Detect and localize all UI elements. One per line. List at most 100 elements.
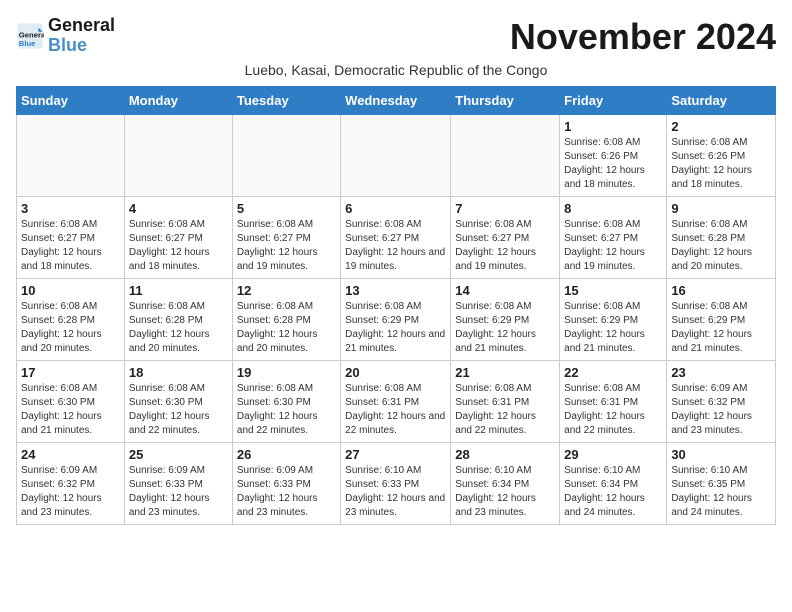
calendar-header-wednesday: Wednesday	[341, 87, 451, 115]
day-info: Sunrise: 6:08 AM Sunset: 6:29 PM Dayligh…	[671, 300, 771, 356]
day-number: 11	[129, 283, 228, 298]
day-info: Sunrise: 6:10 AM Sunset: 6:35 PM Dayligh…	[671, 464, 771, 520]
calendar-cell: 3 Sunrise: 6:08 AM Sunset: 6:27 PM Daylig…	[17, 197, 125, 279]
day-number: 25	[129, 447, 228, 462]
calendar-week-1: 1 Sunrise: 6:08 AM Sunset: 6:26 PM Daylig…	[17, 115, 776, 197]
day-number: 29	[564, 447, 662, 462]
day-number: 19	[237, 365, 336, 380]
day-info: Sunrise: 6:08 AM Sunset: 6:27 PM Dayligh…	[455, 218, 555, 274]
day-info: Sunrise: 6:08 AM Sunset: 6:27 PM Dayligh…	[21, 218, 120, 274]
day-number: 4	[129, 201, 228, 216]
day-info: Sunrise: 6:08 AM Sunset: 6:26 PM Dayligh…	[671, 136, 771, 192]
svg-text:Blue: Blue	[19, 39, 36, 48]
day-number: 14	[455, 283, 555, 298]
calendar-cell: 20 Sunrise: 6:08 AM Sunset: 6:31 PM Dayli…	[341, 361, 451, 443]
calendar-cell: 25 Sunrise: 6:09 AM Sunset: 6:33 PM Dayli…	[124, 443, 232, 525]
day-number: 5	[237, 201, 336, 216]
calendar-cell: 5 Sunrise: 6:08 AM Sunset: 6:27 PM Daylig…	[232, 197, 340, 279]
calendar-cell	[17, 115, 125, 197]
calendar-cell	[124, 115, 232, 197]
calendar-header-row: SundayMondayTuesdayWednesdayThursdayFrid…	[17, 87, 776, 115]
logo: General Blue GeneralBlue	[16, 16, 115, 56]
day-number: 22	[564, 365, 662, 380]
day-number: 24	[21, 447, 120, 462]
day-info: Sunrise: 6:08 AM Sunset: 6:31 PM Dayligh…	[564, 382, 662, 438]
calendar-week-2: 3 Sunrise: 6:08 AM Sunset: 6:27 PM Daylig…	[17, 197, 776, 279]
day-number: 21	[455, 365, 555, 380]
calendar-header-monday: Monday	[124, 87, 232, 115]
calendar-cell: 17 Sunrise: 6:08 AM Sunset: 6:30 PM Dayli…	[17, 361, 125, 443]
logo-text: GeneralBlue	[48, 16, 115, 56]
location-subtitle: Luebo, Kasai, Democratic Republic of the…	[16, 62, 776, 78]
day-info: Sunrise: 6:09 AM Sunset: 6:33 PM Dayligh…	[129, 464, 228, 520]
calendar-cell: 28Sunrise: 6:10 AM Sunset: 6:34 PM Dayli…	[451, 443, 560, 525]
day-info: Sunrise: 6:08 AM Sunset: 6:30 PM Dayligh…	[129, 382, 228, 438]
calendar-cell: 30Sunrise: 6:10 AM Sunset: 6:35 PM Dayli…	[667, 443, 776, 525]
day-info: Sunrise: 6:09 AM Sunset: 6:32 PM Dayligh…	[21, 464, 120, 520]
calendar-cell	[232, 115, 340, 197]
calendar-cell: 9 Sunrise: 6:08 AM Sunset: 6:28 PM Daylig…	[667, 197, 776, 279]
day-info: Sunrise: 6:08 AM Sunset: 6:28 PM Dayligh…	[671, 218, 771, 274]
day-info: Sunrise: 6:08 AM Sunset: 6:28 PM Dayligh…	[21, 300, 120, 356]
day-info: Sunrise: 6:08 AM Sunset: 6:31 PM Dayligh…	[345, 382, 446, 438]
calendar-cell: 22 Sunrise: 6:08 AM Sunset: 6:31 PM Dayli…	[560, 361, 667, 443]
day-number: 13	[345, 283, 446, 298]
calendar-cell: 12 Sunrise: 6:08 AM Sunset: 6:28 PM Dayli…	[232, 279, 340, 361]
day-number: 23	[671, 365, 771, 380]
day-number: 17	[21, 365, 120, 380]
calendar-cell: 6 Sunrise: 6:08 AM Sunset: 6:27 PM Daylig…	[341, 197, 451, 279]
day-number: 3	[21, 201, 120, 216]
month-year-title: November 2024	[510, 16, 776, 58]
day-info: Sunrise: 6:08 AM Sunset: 6:27 PM Dayligh…	[129, 218, 228, 274]
day-info: Sunrise: 6:08 AM Sunset: 6:27 PM Dayligh…	[345, 218, 446, 274]
day-info: Sunrise: 6:08 AM Sunset: 6:26 PM Dayligh…	[564, 136, 662, 192]
calendar-cell: 8 Sunrise: 6:08 AM Sunset: 6:27 PM Daylig…	[560, 197, 667, 279]
day-number: 12	[237, 283, 336, 298]
day-number: 2	[671, 119, 771, 134]
day-info: Sunrise: 6:08 AM Sunset: 6:29 PM Dayligh…	[564, 300, 662, 356]
day-info: Sunrise: 6:08 AM Sunset: 6:28 PM Dayligh…	[237, 300, 336, 356]
day-number: 27	[345, 447, 446, 462]
day-number: 15	[564, 283, 662, 298]
day-number: 1	[564, 119, 662, 134]
day-number: 8	[564, 201, 662, 216]
calendar-week-3: 10 Sunrise: 6:08 AM Sunset: 6:28 PM Dayli…	[17, 279, 776, 361]
calendar-cell: 15 Sunrise: 6:08 AM Sunset: 6:29 PM Dayli…	[560, 279, 667, 361]
calendar-cell: 23 Sunrise: 6:09 AM Sunset: 6:32 PM Dayli…	[667, 361, 776, 443]
day-info: Sunrise: 6:10 AM Sunset: 6:34 PM Dayligh…	[564, 464, 662, 520]
day-number: 6	[345, 201, 446, 216]
calendar-cell: 27 Sunrise: 6:10 AM Sunset: 6:33 PM Dayli…	[341, 443, 451, 525]
calendar-header-friday: Friday	[560, 87, 667, 115]
calendar-header-sunday: Sunday	[17, 87, 125, 115]
day-info: Sunrise: 6:10 AM Sunset: 6:33 PM Dayligh…	[345, 464, 446, 520]
day-info: Sunrise: 6:09 AM Sunset: 6:33 PM Dayligh…	[237, 464, 336, 520]
day-number: 9	[671, 201, 771, 216]
calendar-cell: 4 Sunrise: 6:08 AM Sunset: 6:27 PM Daylig…	[124, 197, 232, 279]
day-info: Sunrise: 6:08 AM Sunset: 6:30 PM Dayligh…	[21, 382, 120, 438]
calendar-cell: 29 Sunrise: 6:10 AM Sunset: 6:34 PM Dayli…	[560, 443, 667, 525]
calendar-cell: 26Sunrise: 6:09 AM Sunset: 6:33 PM Dayli…	[232, 443, 340, 525]
day-info: Sunrise: 6:08 AM Sunset: 6:30 PM Dayligh…	[237, 382, 336, 438]
day-info: Sunrise: 6:08 AM Sunset: 6:28 PM Dayligh…	[129, 300, 228, 356]
day-number: 28	[455, 447, 555, 462]
calendar-header-saturday: Saturday	[667, 87, 776, 115]
calendar-cell: 2 Sunrise: 6:08 AM Sunset: 6:26 PM Daylig…	[667, 115, 776, 197]
calendar-cell: 18Sunrise: 6:08 AM Sunset: 6:30 PM Dayli…	[124, 361, 232, 443]
calendar-cell: 13 Sunrise: 6:08 AM Sunset: 6:29 PM Dayli…	[341, 279, 451, 361]
calendar-cell: 24 Sunrise: 6:09 AM Sunset: 6:32 PM Dayli…	[17, 443, 125, 525]
day-number: 20	[345, 365, 446, 380]
day-number: 16	[671, 283, 771, 298]
calendar-cell: 16 Sunrise: 6:08 AM Sunset: 6:29 PM Dayli…	[667, 279, 776, 361]
day-info: Sunrise: 6:08 AM Sunset: 6:27 PM Dayligh…	[564, 218, 662, 274]
calendar-week-5: 24 Sunrise: 6:09 AM Sunset: 6:32 PM Dayli…	[17, 443, 776, 525]
day-info: Sunrise: 6:08 AM Sunset: 6:29 PM Dayligh…	[455, 300, 555, 356]
calendar-table: SundayMondayTuesdayWednesdayThursdayFrid…	[16, 86, 776, 525]
day-info: Sunrise: 6:08 AM Sunset: 6:27 PM Dayligh…	[237, 218, 336, 274]
day-info: Sunrise: 6:09 AM Sunset: 6:32 PM Dayligh…	[671, 382, 771, 438]
day-info: Sunrise: 6:08 AM Sunset: 6:31 PM Dayligh…	[455, 382, 555, 438]
day-info: Sunrise: 6:08 AM Sunset: 6:29 PM Dayligh…	[345, 300, 446, 356]
day-number: 10	[21, 283, 120, 298]
calendar-cell: 1 Sunrise: 6:08 AM Sunset: 6:26 PM Daylig…	[560, 115, 667, 197]
day-number: 7	[455, 201, 555, 216]
calendar-cell: 14 Sunrise: 6:08 AM Sunset: 6:29 PM Dayli…	[451, 279, 560, 361]
